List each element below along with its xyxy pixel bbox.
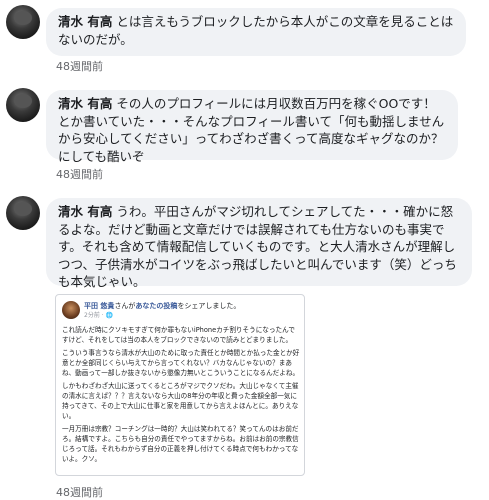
shared-post-link: あなたの投稿 [135,302,178,310]
shared-post-time-text: 2分前 · [84,312,106,319]
comment-bubble: 清水 有高 とは言えもうブロックしたから本人がこの文章を見ることはないのだが。 [46,8,466,56]
commenter-name[interactable]: 清水 有高 [58,96,112,111]
comment-text: 清水 有高 その人のプロフィールには月収数百万円を稼ぐOOです！とか書いていた・・… [58,95,446,165]
shared-post-paragraph: こういう事言うなら清水が大山のために取った責任とか時間とか払った金とか好意とか全… [62,349,300,377]
commenter-avatar[interactable] [6,88,40,122]
comment-body: うわ。平田さんがマジ切れしてシェアしてた・・・確かに怒るよな。だけど動画と文章だ… [58,204,457,289]
shared-post-screenshot: 平田 悠貴さんがあなたの投稿をシェアしました。 2分前 · 🌐 これ読んだ時にク… [55,294,305,476]
commenter-avatar[interactable] [6,196,40,230]
commenter-avatar[interactable] [6,5,40,39]
sharer-name: 平田 悠貴 [84,302,115,310]
shared-post-paragraph: しかもわざわざ大山に送ってくるところがマジでクソだわ。大山じゃなくて主催の清水に… [62,382,299,420]
shared-post-paragraph: 一月万冊は宗教？コーチングは一時的？大山は笑われてる？笑ってんのはお前だろ。結構… [62,425,299,463]
commenter-name[interactable]: 清水 有高 [58,14,112,29]
share-notice-text: さんが [114,302,136,310]
shared-post-body: これ読んだ時にクソキモすぎて何か罪もないiPhoneカチ割りそうになったんですけ… [62,325,300,467]
share-notice-text: をシェアしました。 [177,302,241,310]
commenter-name[interactable]: 清水 有高 [58,204,112,219]
comment-timestamp[interactable]: 48週間前 [56,166,103,182]
globe-icon: 🌐 [105,312,114,319]
comment-timestamp[interactable]: 48週間前 [56,484,103,500]
sharer-avatar [62,301,80,319]
shared-post-time: 2分前 · 🌐 [84,310,113,319]
shared-post-paragraph: これ読んだ時にクソキモすぎて何か罪もないiPhoneカチ割りそうになったんですけ… [62,326,295,344]
comment-body: その人のプロフィールには月収数百万円を稼ぐOOです！とか書いていた・・・そんなプ… [58,96,445,164]
comment-timestamp[interactable]: 48週間前 [56,58,103,74]
comment-body: とは言えもうブロックしたから本人がこの文章を見ることはないのだが。 [58,14,454,47]
comment-text: 清水 有高 うわ。平田さんがマジ切れしてシェアしてた・・・確かに怒るよな。だけど動… [58,203,460,291]
comment-text: 清水 有高 とは言えもうブロックしたから本人がこの文章を見ることはないのだが。 [58,13,454,48]
comment-bubble: 清水 有高 うわ。平田さんがマジ切れしてシェアしてた・・・確かに怒るよな。だけど動… [46,198,472,289]
comment-bubble: 清水 有高 その人のプロフィールには月収数百万円を稼ぐOOです！とか書いていた・・… [46,90,458,164]
